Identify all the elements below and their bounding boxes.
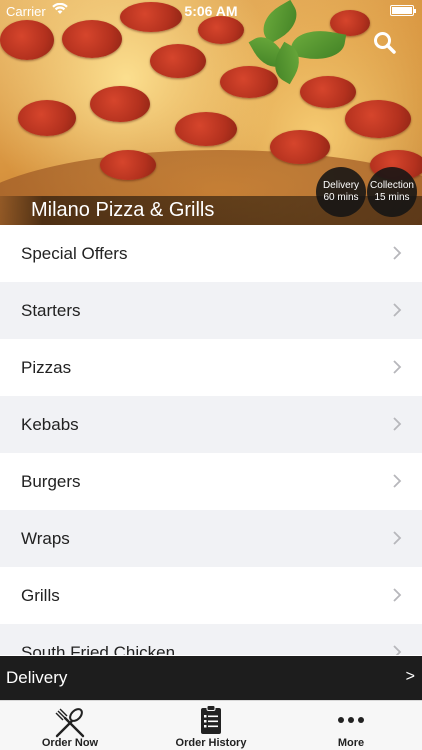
pepperoni	[90, 86, 150, 122]
menu-item-label: Kebabs	[21, 414, 79, 434]
restaurant-name: Milano Pizza & Grills	[31, 199, 215, 221]
tab-label: Order History	[175, 737, 247, 749]
delivery-mode-bar[interactable]: Delivery >	[0, 656, 422, 700]
menu-item-label: Starters	[21, 300, 81, 320]
hero-banner: Carrier 5:06 AM Milano Pizza & Grills De…	[0, 0, 422, 225]
tab-order-now[interactable]: Order Now	[0, 701, 140, 750]
menu-item-special-offers[interactable]: Special Offers	[0, 225, 422, 282]
chevron-right-icon	[393, 246, 402, 260]
chevron-right-icon	[393, 474, 402, 488]
fork-knife-icon	[55, 708, 85, 738]
pepperoni	[345, 100, 411, 138]
status-bar: Carrier 5:06 AM	[0, 0, 422, 22]
pepperoni	[175, 112, 237, 146]
menu-item-label: Pizzas	[21, 357, 72, 377]
pepperoni	[270, 130, 330, 164]
pepperoni	[220, 66, 278, 98]
menu-item-label: South Fried Chicken	[21, 642, 176, 656]
delivery-badge-time: 60 mins	[323, 192, 359, 203]
collection-badge-time: 15 mins	[374, 192, 410, 203]
delivery-mode-arrow: >	[405, 668, 415, 685]
pepperoni	[300, 76, 356, 108]
menu-item-pizzas[interactable]: Pizzas	[0, 339, 422, 396]
collection-badge-label: Collection	[370, 180, 414, 191]
more-dots-icon	[338, 717, 364, 723]
tab-bar: Order Now Order History More	[0, 700, 422, 750]
menu-item-grills[interactable]: Grills	[0, 567, 422, 624]
pepperoni	[18, 100, 76, 136]
menu-item-label: Grills	[21, 585, 60, 605]
menu-item-starters[interactable]: Starters	[0, 282, 422, 339]
chevron-right-icon	[393, 360, 402, 374]
menu-item-label: Special Offers	[21, 243, 128, 263]
pepperoni	[100, 150, 156, 180]
menu-category-list: Special Offers Starters Pizzas Kebabs Bu…	[0, 225, 422, 655]
tab-label: Order Now	[41, 737, 99, 749]
chevron-right-icon	[393, 417, 402, 431]
menu-item-kebabs[interactable]: Kebabs	[0, 396, 422, 453]
menu-item-burgers[interactable]: Burgers	[0, 453, 422, 510]
collection-time-badge: Collection 15 mins	[367, 167, 417, 217]
search-icon	[374, 32, 396, 54]
tab-order-history[interactable]: Order History	[141, 701, 281, 750]
pepperoni	[150, 44, 206, 78]
delivery-badge-label: Delivery	[322, 180, 360, 191]
pepperoni	[62, 20, 122, 58]
status-time: 5:06 AM	[184, 3, 238, 19]
delivery-time-badge: Delivery 60 mins	[316, 167, 366, 217]
battery-icon	[390, 5, 416, 16]
menu-item-label: Wraps	[21, 528, 70, 548]
chevron-right-icon	[393, 645, 402, 655]
chevron-right-icon	[393, 588, 402, 602]
pepperoni	[0, 20, 54, 60]
tab-more[interactable]: More	[281, 701, 421, 750]
chevron-right-icon	[393, 303, 402, 317]
menu-item-wraps[interactable]: Wraps	[0, 510, 422, 567]
search-button[interactable]	[372, 30, 398, 56]
delivery-mode-label: Delivery	[6, 668, 68, 687]
clipboard-list-icon	[201, 705, 221, 734]
tab-label: More	[337, 737, 365, 749]
chevron-right-icon	[393, 531, 402, 545]
menu-item-label: Burgers	[21, 471, 81, 491]
menu-item-south-fried-chicken[interactable]: South Fried Chicken	[0, 624, 422, 655]
